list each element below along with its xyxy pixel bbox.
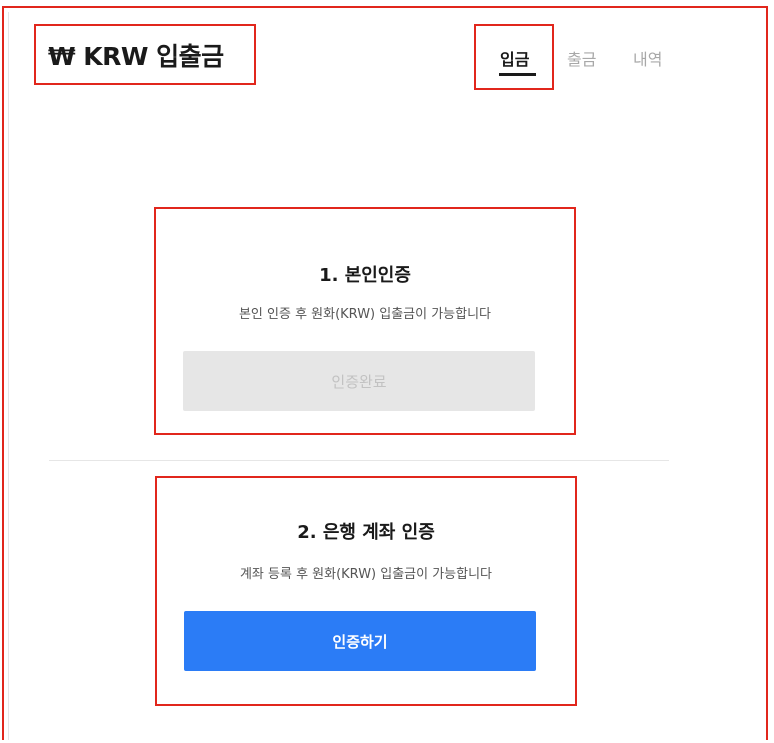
page-title: ₩ KRW 입출금 [48, 41, 224, 71]
tab-active-indicator [499, 73, 536, 76]
bank-account-verification-card: 2. 은행 계좌 인증 계좌 등록 후 원화(KRW) 입출금이 가능합니다 인… [155, 476, 577, 706]
identity-verification-card: 1. 본인인증 본인 인증 후 원화(KRW) 입출금이 가능합니다 인증완료 [154, 207, 576, 435]
tab-deposit[interactable]: 입금 [500, 46, 529, 70]
tab-withdraw[interactable]: 출금 [567, 46, 596, 70]
identity-verification-title: 1. 본인인증 [319, 265, 411, 286]
section-divider [49, 460, 669, 461]
highlight-frame-title: ₩ KRW 입출금 [34, 24, 256, 85]
verify-account-button[interactable]: 인증하기 [184, 611, 536, 671]
panel-left-border [8, 12, 9, 740]
identity-verification-description: 본인 인증 후 원화(KRW) 입출금이 가능합니다 [238, 307, 492, 322]
tab-history[interactable]: 내역 [633, 46, 662, 70]
bank-account-verification-description: 계좌 등록 후 원화(KRW) 입출금이 가능합니다 [239, 567, 493, 582]
bank-account-verification-title: 2. 은행 계좌 인증 [297, 522, 435, 543]
verification-complete-button: 인증완료 [183, 351, 535, 411]
